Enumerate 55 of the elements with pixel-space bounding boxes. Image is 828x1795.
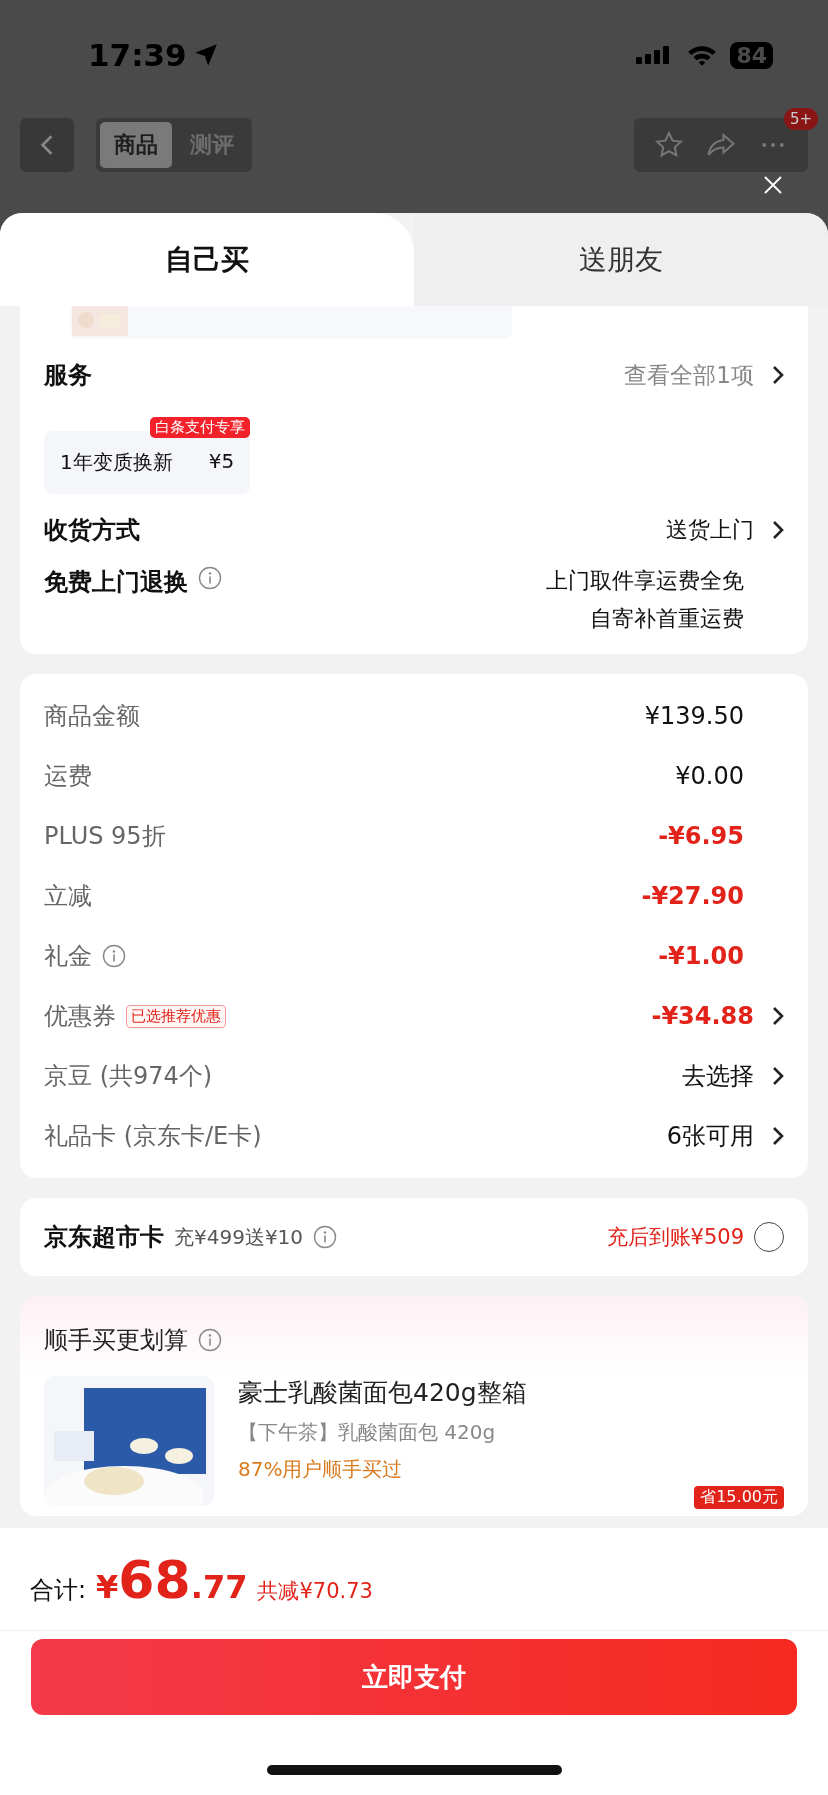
info-icon[interactable] [198, 566, 222, 590]
status-time: 17:39 [88, 37, 187, 73]
tab[interactable]: 商品 [100, 122, 172, 168]
chevron-right-icon [772, 1006, 784, 1026]
price-value: ¥139.50 [644, 702, 744, 730]
price-label: 优惠券 [44, 1001, 116, 1032]
price-value: ¥0.00 [675, 762, 744, 790]
total-price: ¥68.77 [96, 1550, 248, 1610]
chevron-right-icon [772, 1126, 784, 1146]
return-note: 上门取件享运费全免 [546, 567, 744, 595]
back-button[interactable] [20, 118, 74, 172]
delivery-value[interactable]: 送货上门 [666, 515, 754, 545]
purchase-note: 87%用户顺手买过 [238, 1456, 404, 1483]
price-value[interactable]: -¥34.88 [651, 1002, 754, 1030]
price-label: 礼品卡 (京东卡/E卡) [44, 1121, 262, 1152]
coupon-tag: 已选推荐优惠 [126, 1004, 226, 1028]
info-icon[interactable] [198, 1328, 222, 1352]
price-value: -¥1.00 [658, 942, 744, 970]
tab[interactable]: 自己买 [0, 213, 414, 306]
chevron-right-icon [772, 365, 784, 385]
return-note: 自寄补首重运费 [590, 605, 744, 633]
view-all-link[interactable]: 查看全部1项 [624, 359, 754, 391]
price-label: 运费 [44, 761, 92, 792]
section-title: 服务 [44, 360, 92, 391]
section-title: 免费上门退换 [44, 567, 188, 598]
star-icon[interactable] [654, 130, 684, 160]
notification-badge: 5+ [783, 108, 818, 130]
chevron-right-icon [772, 520, 784, 540]
close-icon[interactable] [763, 175, 783, 195]
price-label: 商品金额 [44, 701, 140, 732]
product-subtitle: 【下午茶】乳酸菌面包 420g [238, 1419, 497, 1446]
price-value[interactable]: 去选择 [682, 1060, 754, 1092]
info-icon[interactable] [102, 944, 126, 968]
price-label: 立减 [44, 881, 92, 912]
offer-text: 充¥499送¥10 [174, 1223, 304, 1251]
battery-indicator: 84 [730, 41, 773, 69]
saving-badge: 省15.00元 [694, 1486, 784, 1509]
chevron-right-icon [772, 1066, 784, 1086]
offer-note: 充后到账¥509 [606, 1224, 744, 1251]
pay-button[interactable]: 立即支付 [31, 1639, 797, 1715]
price-label: 礼金 [44, 941, 92, 972]
info-icon[interactable] [313, 1225, 338, 1249]
price-value: -¥27.90 [641, 882, 744, 910]
section-title: 收货方式 [44, 515, 140, 546]
card-title: 京东超市卡 [44, 1222, 164, 1253]
section-title: 顺手买更划算 [44, 1325, 188, 1356]
product-name[interactable]: 豪士乳酸菌面包420g整箱 [238, 1376, 527, 1409]
chevron-left-icon [40, 134, 54, 156]
price-label: PLUS 95折 [44, 821, 166, 852]
price-label: 京豆 (共974个) [44, 1061, 213, 1092]
service-tag: 白条支付专享 [150, 417, 251, 438]
price-value: -¥6.95 [658, 822, 744, 850]
total-label: 合计: [30, 1575, 87, 1606]
price-value[interactable]: 6张可用 [666, 1120, 754, 1152]
total-saving: 共减¥70.73 [257, 1578, 373, 1605]
